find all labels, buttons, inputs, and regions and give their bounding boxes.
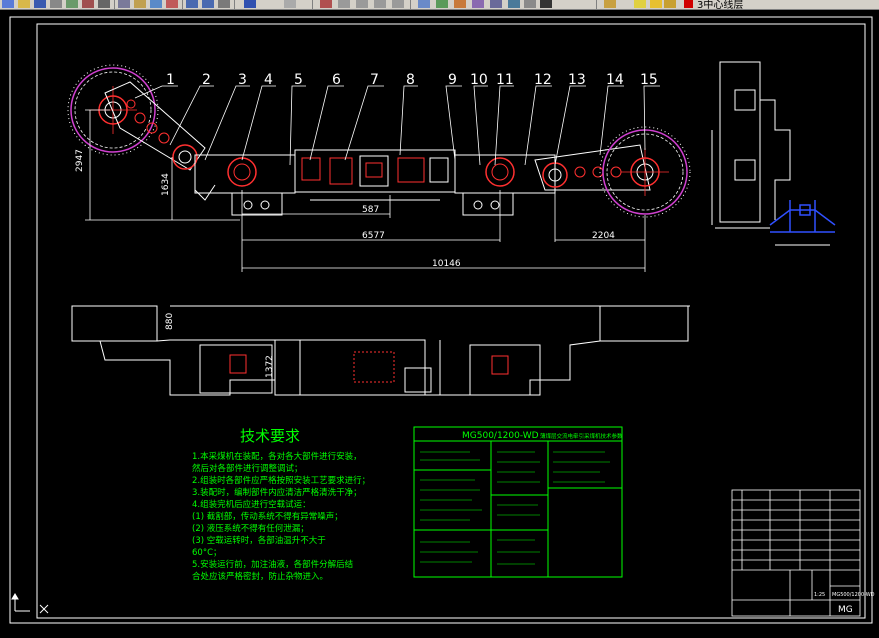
layer-dropdown[interactable]: 3中心线层 — [697, 0, 743, 9]
layer-lock-icon[interactable] — [664, 0, 676, 8]
part-number-6: 6 — [332, 72, 341, 88]
copy-icon[interactable] — [118, 0, 130, 8]
tech-req-line: 4.组装完机后应进行空载试运： — [192, 499, 311, 510]
arrow-down-icon[interactable] — [244, 0, 256, 8]
undo-icon[interactable] — [186, 0, 198, 8]
new-file-icon[interactable] — [2, 0, 14, 8]
paste-icon[interactable] — [134, 0, 146, 8]
dim-2947: 2947 — [75, 149, 85, 172]
layer-bulb-icon[interactable] — [634, 0, 646, 8]
tech-req-line: (3) 空载运转时，各部油温升不大于 — [192, 535, 326, 546]
part-number-5: 5 — [294, 72, 303, 88]
open-file-icon[interactable] — [18, 0, 30, 8]
part-number-7: 7 — [370, 72, 379, 88]
part-number-1: 1 — [166, 72, 175, 88]
part-number-9: 9 — [448, 72, 457, 88]
dim-2204: 2204 — [592, 231, 615, 241]
spec-table-title: MG500/1200-WD 薄煤层交流电牵引采煤机技术参数 — [462, 431, 623, 441]
arrow-gray-icon[interactable] — [284, 0, 296, 8]
zoom-realtime-icon[interactable] — [320, 0, 332, 8]
tech-req-line: 2.组装时各部件应严格按照安装工艺要求进行； — [192, 475, 370, 486]
part-number-11: 11 — [496, 72, 514, 88]
dim-6577: 6577 — [362, 231, 385, 241]
part-number-10: 10 — [470, 72, 488, 88]
publish-icon[interactable] — [82, 0, 94, 8]
zoom-extents-icon[interactable] — [374, 0, 386, 8]
dim-10146: 10146 — [432, 259, 461, 269]
layer-color-icon[interactable] — [684, 0, 693, 8]
tech-req-line: (2) 液压系统不得有任何泄漏； — [192, 523, 309, 534]
tech-req-title: 技术要求 — [240, 427, 300, 445]
title-block-mg: MG — [838, 605, 853, 615]
save-icon[interactable] — [34, 0, 46, 8]
cut-icon[interactable] — [98, 0, 110, 8]
dbconnect-icon[interactable] — [508, 0, 520, 8]
markup-icon[interactable] — [490, 0, 502, 8]
sheet-set-icon[interactable] — [472, 0, 484, 8]
zoom-window-icon[interactable] — [338, 0, 350, 8]
zoom-previous-icon[interactable] — [356, 0, 368, 8]
zoom-scale-icon[interactable] — [392, 0, 404, 8]
table-icon[interactable] — [540, 0, 552, 8]
print-icon[interactable] — [50, 0, 62, 8]
spec-table-subtitle: 薄煤层交流电牵引采煤机技术参数 — [540, 432, 623, 440]
part-number-15: 15 — [640, 72, 658, 88]
tech-req-line: (1) 截割部，传动系统不得有异常噪声； — [192, 511, 343, 522]
part-number-labels: 1 2 3 4 5 6 7 8 9 10 11 12 13 14 15 — [166, 72, 658, 88]
design-center-icon[interactable] — [436, 0, 448, 8]
quickcalc-icon[interactable] — [524, 0, 536, 8]
part-number-4: 4 — [264, 72, 273, 88]
tech-req-line: 1.本采煤机在装配，各对各大部件进行安装， — [192, 451, 362, 462]
dim-587: 587 — [362, 205, 379, 215]
right-traction-section — [454, 154, 556, 216]
drawing-canvas[interactable]: 1 2 3 4 5 6 7 8 9 10 11 12 13 14 15 2947… — [0, 10, 879, 634]
match-properties-icon[interactable] — [150, 0, 162, 8]
left-traction-section — [194, 154, 296, 216]
cad-toolbar: 3中心线层 — [0, 0, 879, 10]
pan-icon[interactable] — [218, 0, 230, 8]
spec-table — [413, 426, 623, 578]
tech-req-line: 然后对各部件进行调整调试； — [192, 463, 303, 474]
part-number-3: 3 — [238, 72, 247, 88]
block-editor-icon[interactable] — [166, 0, 178, 8]
ucs-icon — [11, 593, 49, 614]
drawing-frame — [9, 16, 873, 624]
electric-control-box — [294, 149, 456, 201]
right-ranging-arm — [534, 144, 651, 191]
technical-requirements: 技术要求 1.本采煤机在装配，各对各大部件进行安装， 然后对各部件进行调整调试；… — [192, 427, 370, 582]
left-cutting-drum — [67, 64, 159, 156]
part-number-8: 8 — [406, 72, 415, 88]
tool-palettes-icon[interactable] — [454, 0, 466, 8]
title-block-texts: 1:25 MG500/1200-WD MG — [814, 592, 875, 615]
dimension-texts: 2947 1634 587 6577 2204 10146 — [75, 149, 615, 269]
part-number-13: 13 — [568, 72, 586, 88]
tech-req-line: 60°C； — [192, 548, 222, 558]
plot-preview-icon[interactable] — [66, 0, 78, 8]
part-number-12: 12 — [534, 72, 552, 88]
spec-table-model: MG500/1200-WD — [462, 431, 539, 441]
title-block-scale: 1:25 — [814, 592, 825, 598]
tech-req-line: 3.装配时，编制部件内应清洁严格清洗干净； — [192, 487, 362, 498]
dim-1634: 1634 — [161, 173, 171, 196]
properties-icon[interactable] — [418, 0, 430, 8]
tech-req-line: 5.安装运行前，加注油液，各部件分解后结 — [192, 559, 353, 570]
tech-req-line: 合处应该严格密封，防止杂物进入。 — [192, 571, 328, 582]
shearer-end-view — [711, 61, 836, 246]
dim-1372: 1372 — [265, 355, 275, 378]
part-number-2: 2 — [202, 72, 211, 88]
title-block-code: MG500/1200-WD — [832, 592, 875, 598]
redo-icon[interactable] — [202, 0, 214, 8]
part-number-14: 14 — [606, 72, 624, 88]
layer-manager-icon[interactable] — [604, 0, 616, 8]
layer-sun-icon[interactable] — [650, 0, 662, 8]
dim-880: 880 — [165, 313, 175, 330]
